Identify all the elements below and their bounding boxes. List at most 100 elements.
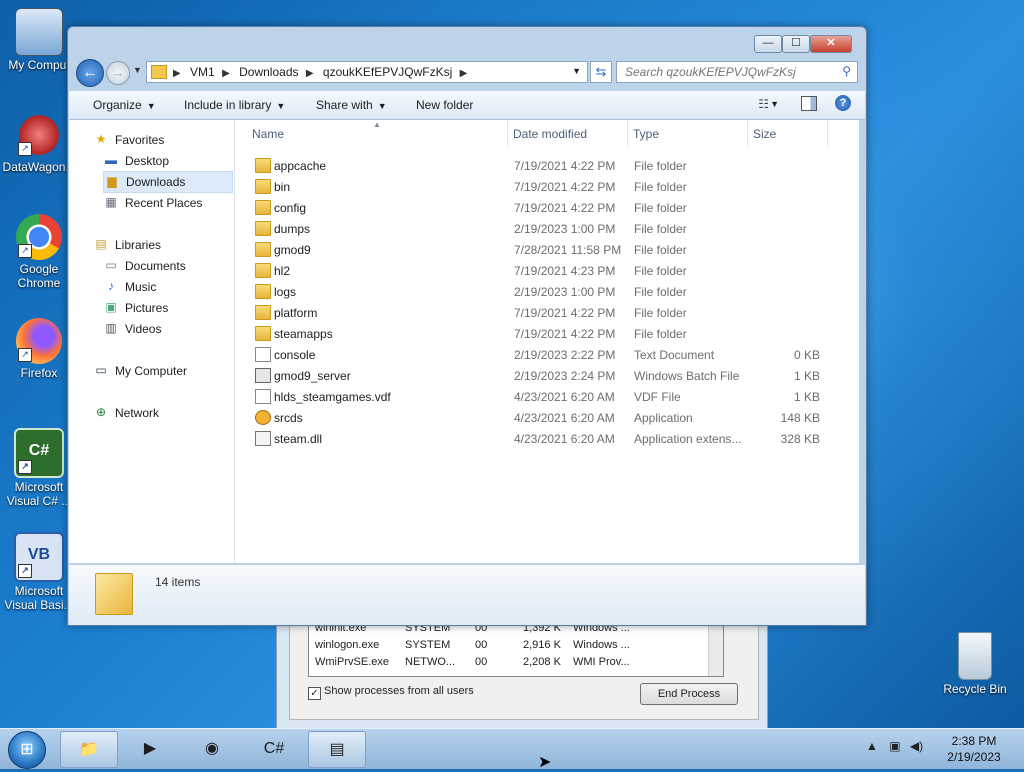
folder-icon — [255, 284, 271, 299]
file-row[interactable]: dumps 2/19/2023 1:00 PM File folder — [235, 218, 859, 239]
folder-icon — [151, 65, 167, 79]
file-row[interactable]: srcds 4/23/2021 6:20 AM Application 148 KB — [235, 407, 859, 428]
file-row[interactable]: console 2/19/2023 2:22 PM Text Document 0 K… — [235, 344, 859, 365]
breadcrumb-item-downloads[interactable]: Downloads — [239, 65, 298, 79]
shortcut-arrow-icon: ↗ — [18, 142, 32, 156]
search-input[interactable] — [623, 62, 837, 82]
column-divider[interactable] — [747, 120, 748, 146]
folder-icon — [255, 179, 271, 194]
file-row[interactable]: gmod9_server 2/19/2023 2:24 PM Windows Bat… — [235, 365, 859, 386]
file-row[interactable]: platform 7/19/2021 4:22 PM File folder — [235, 302, 859, 323]
column-divider[interactable] — [507, 120, 508, 146]
file-row[interactable]: bin 7/19/2021 4:22 PM File folder — [235, 176, 859, 197]
file-row[interactable]: hl2 7/19/2021 4:23 PM File folder — [235, 260, 859, 281]
column-size[interactable]: Size — [753, 127, 776, 141]
back-button[interactable]: ← — [76, 59, 104, 87]
preview-pane-icon[interactable] — [801, 96, 817, 111]
volume-icon[interactable]: ◀) — [910, 739, 923, 753]
file-row[interactable]: logs 2/19/2023 1:00 PM File folder — [235, 281, 859, 302]
address-dropdown-icon[interactable]: ▼ — [572, 66, 581, 76]
search-icon[interactable]: ⚲ — [842, 64, 851, 78]
document-icon — [255, 347, 271, 362]
clock[interactable]: 2:38 PM 2/19/2023 — [936, 733, 1012, 765]
taskbar: ⊞ 📁 ▶ ◉ C# ▤ ▲ ▣ ◀) 2:38 PM 2/19/2023 — [0, 728, 1024, 769]
show-hidden-icons-icon[interactable]: ▲ — [866, 739, 878, 753]
file-type: File folder — [634, 264, 687, 278]
file-type: Windows Batch File — [634, 369, 740, 383]
system-tray: ▲ ▣ ◀) — [866, 739, 923, 753]
task-manager-icon: ▤ — [329, 741, 345, 758]
help-icon[interactable]: ? — [835, 95, 851, 111]
column-type[interactable]: Type — [633, 127, 659, 141]
taskbar-visual-csharp-button[interactable]: C# — [246, 731, 302, 766]
recycle-bin-icon — [958, 632, 992, 680]
desktop-icon-recycle-bin[interactable]: Recycle Bin — [936, 632, 1014, 696]
batch-file-icon — [255, 368, 271, 383]
file-type: File folder — [634, 306, 687, 320]
refresh-button[interactable]: ⇆ — [590, 61, 612, 83]
visual-basic-icon: VB ↗ — [14, 532, 64, 582]
minimize-button[interactable]: — — [754, 35, 782, 53]
search-box[interactable]: ⚲ — [616, 61, 858, 83]
column-header: ▲ Name Date modified Type Size — [235, 120, 859, 148]
taskbar-chrome-button[interactable]: ◉ — [184, 731, 240, 766]
documents-icon: ▭ — [105, 258, 117, 272]
chevron-right-icon[interactable]: ▶ — [306, 68, 314, 79]
file-row[interactable]: config 7/19/2021 4:22 PM File folder — [235, 197, 859, 218]
file-name: bin — [274, 180, 291, 194]
file-name: hlds_steamgames.vdf — [274, 390, 391, 404]
file-type: File folder — [634, 285, 687, 299]
address-bar[interactable]: ▶ VM1 ▶ Downloads ▶ qzoukKEfEPVJQwFzKsj … — [146, 61, 588, 83]
file-type: Text Document — [634, 348, 715, 362]
file-row[interactable]: appcache 7/19/2021 4:22 PM File folder — [235, 155, 859, 176]
chevron-right-icon[interactable]: ▶ — [222, 68, 230, 79]
chevron-down-icon[interactable]: ▼ — [770, 99, 779, 109]
file-size: 148 KB — [780, 411, 820, 425]
file-row[interactable]: steamapps 7/19/2021 4:22 PM File folder — [235, 323, 859, 344]
file-row[interactable]: gmod9 7/28/2021 11:58 PM File folder — [235, 239, 859, 260]
process-list[interactable]: wininit.exe SYSTEM 00 1,392 K Windows ..… — [308, 619, 724, 677]
file-row[interactable]: hlds_steamgames.vdf 4/23/2021 6:20 AM VDF … — [235, 386, 859, 407]
breadcrumb-item-vm1[interactable]: VM1 — [190, 65, 215, 79]
process-list-scrollbar[interactable] — [708, 620, 723, 676]
music-icon: ♪ — [108, 279, 114, 293]
column-name[interactable]: Name — [252, 127, 284, 141]
new-folder-button[interactable]: New folder — [416, 98, 473, 112]
file-date: 7/19/2021 4:22 PM — [514, 159, 616, 173]
file-name: gmod9 — [274, 243, 311, 257]
file-date: 2/19/2023 2:24 PM — [514, 369, 616, 383]
column-date-modified[interactable]: Date modified — [513, 127, 587, 141]
view-options-icon[interactable]: ☷ — [758, 97, 769, 111]
column-divider[interactable] — [827, 120, 828, 146]
file-date: 7/19/2021 4:22 PM — [514, 201, 616, 215]
close-button[interactable]: ✕ — [810, 35, 852, 53]
start-button[interactable]: ⊞ — [8, 731, 46, 769]
share-with-menu[interactable]: Share with ▼ — [316, 98, 387, 112]
csharp-icon: C# — [263, 740, 285, 757]
breadcrumb-item-current[interactable]: qzoukKEfEPVJQwFzKsj — [323, 65, 452, 79]
forward-button[interactable]: → — [106, 61, 130, 85]
include-in-library-menu[interactable]: Include in library ▼ — [184, 98, 285, 112]
file-name: config — [274, 201, 307, 215]
chevron-right-icon[interactable]: ▶ — [460, 68, 468, 79]
command-bar: Organize ▼ Include in library ▼ Share with… — [69, 91, 865, 120]
maximize-button[interactable]: ☐ — [782, 35, 810, 53]
file-type: VDF File — [634, 390, 681, 404]
taskbar-media-player-button[interactable]: ▶ — [122, 731, 178, 766]
file-date: 7/28/2021 11:58 PM — [514, 243, 622, 257]
process-row[interactable]: winlogon.exe SYSTEM 00 2,916 K Windows .… — [309, 637, 723, 654]
end-process-button[interactable]: End Process — [640, 683, 738, 705]
file-row[interactable]: steam.dll 4/23/2021 6:20 AM Application ex… — [235, 428, 859, 449]
taskbar-explorer-button[interactable]: 📁 — [60, 731, 118, 768]
nav-downloads[interactable]: ▆ Downloads — [103, 171, 233, 193]
folder-icon — [255, 221, 271, 236]
organize-menu[interactable]: Organize ▼ — [93, 98, 156, 112]
desktop-icon: ▬ — [105, 153, 117, 167]
taskbar-task-manager-button[interactable]: ▤ — [308, 731, 366, 768]
file-size: 0 KB — [793, 348, 820, 362]
show-all-users-checkbox[interactable]: ✓ Show processes from all users — [308, 685, 474, 700]
process-row[interactable]: WmiPrvSE.exe NETWO... 00 2,208 K WMI Pro… — [309, 654, 723, 671]
column-divider[interactable] — [627, 120, 628, 146]
network-status-icon[interactable]: ▣ — [889, 739, 900, 753]
recent-pages-dropdown[interactable]: ▼ — [133, 65, 142, 75]
